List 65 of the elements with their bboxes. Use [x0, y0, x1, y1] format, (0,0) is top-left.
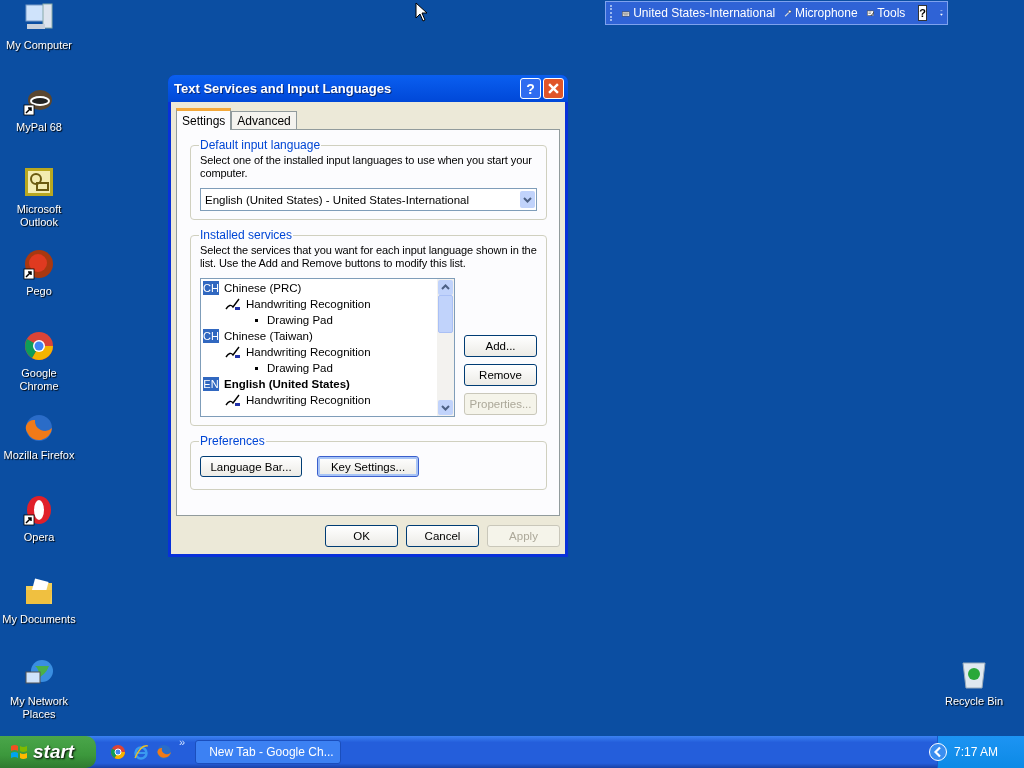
browser-icon[interactable] [23, 412, 55, 444]
keyboard-layout-button[interactable]: United States-International [633, 6, 776, 20]
scroll-up-icon[interactable] [438, 280, 453, 295]
help-button[interactable]: ? [918, 5, 928, 21]
icon-label[interactable]: MyPal 68 [16, 121, 62, 134]
service-item[interactable]: Drawing Pad [267, 314, 333, 326]
browser-icon[interactable] [110, 744, 126, 760]
language-item[interactable]: Chinese (Taiwan) [224, 330, 313, 342]
dialog-button[interactable]: OK [325, 525, 398, 547]
icon-label[interactable]: Microsoft Outlook [1, 203, 77, 229]
language-code-badge: CH [203, 329, 219, 343]
service-item[interactable]: Handwriting Recognition [246, 298, 371, 310]
start-button[interactable]: start [0, 736, 96, 768]
help-button[interactable]: ? [520, 78, 541, 99]
icon-label[interactable]: Google Chrome [1, 367, 77, 393]
scrollbar[interactable] [437, 279, 454, 416]
icon-label[interactable]: Pego [26, 285, 52, 298]
taskbar-button[interactable]: New Tab - Google Ch... [195, 740, 342, 764]
icon-label[interactable]: My Documents [2, 613, 76, 626]
grip-icon[interactable] [610, 5, 614, 21]
pen-icon [225, 345, 241, 359]
language-code-badge: EN [203, 377, 219, 391]
tools-button[interactable]: Tools [877, 6, 906, 20]
icon-label[interactable]: Mozilla Firefox [3, 449, 75, 462]
windows-logo-icon [9, 742, 29, 762]
chevron-left-icon[interactable] [929, 743, 947, 761]
description-text: Select the services that you want for each input language shown in the list. Use the Add and Remove buttons to modify this list. [200, 244, 537, 270]
mouse-pointer-icon [415, 2, 427, 22]
browser-icon[interactable] [23, 330, 55, 362]
group-title: Default input language [199, 138, 322, 152]
browser-icon[interactable] [133, 744, 149, 760]
dialog-button[interactable]: Remove [464, 364, 537, 386]
pen-icon [225, 393, 241, 407]
quick-launch-chevron[interactable]: » [179, 736, 186, 748]
dialog-button[interactable]: Cancel [406, 525, 479, 547]
close-button[interactable] [543, 78, 564, 99]
icon-label[interactable]: Recycle Bin [944, 695, 1004, 708]
scroll-thumb[interactable] [438, 295, 453, 333]
tab[interactable]: Settings [176, 108, 232, 130]
ball-icon[interactable] [23, 248, 55, 280]
close-icon [548, 83, 559, 94]
microphone-button[interactable]: Microphone [794, 6, 858, 20]
calendar-icon[interactable] [23, 166, 55, 198]
tab[interactable]: Advanced [231, 111, 297, 129]
icon-label[interactable]: Opera [23, 531, 55, 544]
dialog-button[interactable]: Language Bar... [200, 456, 302, 477]
language-dropdown[interactable]: English (United States) - United States-International [200, 188, 537, 211]
language-item[interactable]: English (United States) [224, 378, 350, 390]
scroll-down-icon[interactable] [438, 400, 453, 415]
service-item[interactable]: Handwriting Recognition [246, 394, 371, 406]
bullet-icon [255, 318, 258, 322]
service-item[interactable]: Handwriting Recognition [246, 346, 371, 358]
dialog-button[interactable]: Add... [464, 335, 537, 357]
group-title: Preferences [199, 434, 266, 448]
service-item[interactable]: Drawing Pad [267, 362, 333, 374]
description-text: Select one of the installed input languages to use when you start your computer. [200, 154, 533, 180]
icon-label[interactable]: My Network Places [1, 695, 77, 721]
language-item[interactable]: Chinese (PRC) [224, 282, 302, 294]
dialog-button[interactable]: Key Settings... [317, 456, 419, 477]
icon-label[interactable]: My Computer [6, 39, 72, 52]
pen-icon [225, 297, 241, 311]
bullet-icon [255, 366, 258, 370]
window-title: Text Services and Input Languages [174, 81, 393, 96]
group-title: Installed services [199, 228, 294, 242]
language-code-badge: CH [203, 281, 219, 295]
